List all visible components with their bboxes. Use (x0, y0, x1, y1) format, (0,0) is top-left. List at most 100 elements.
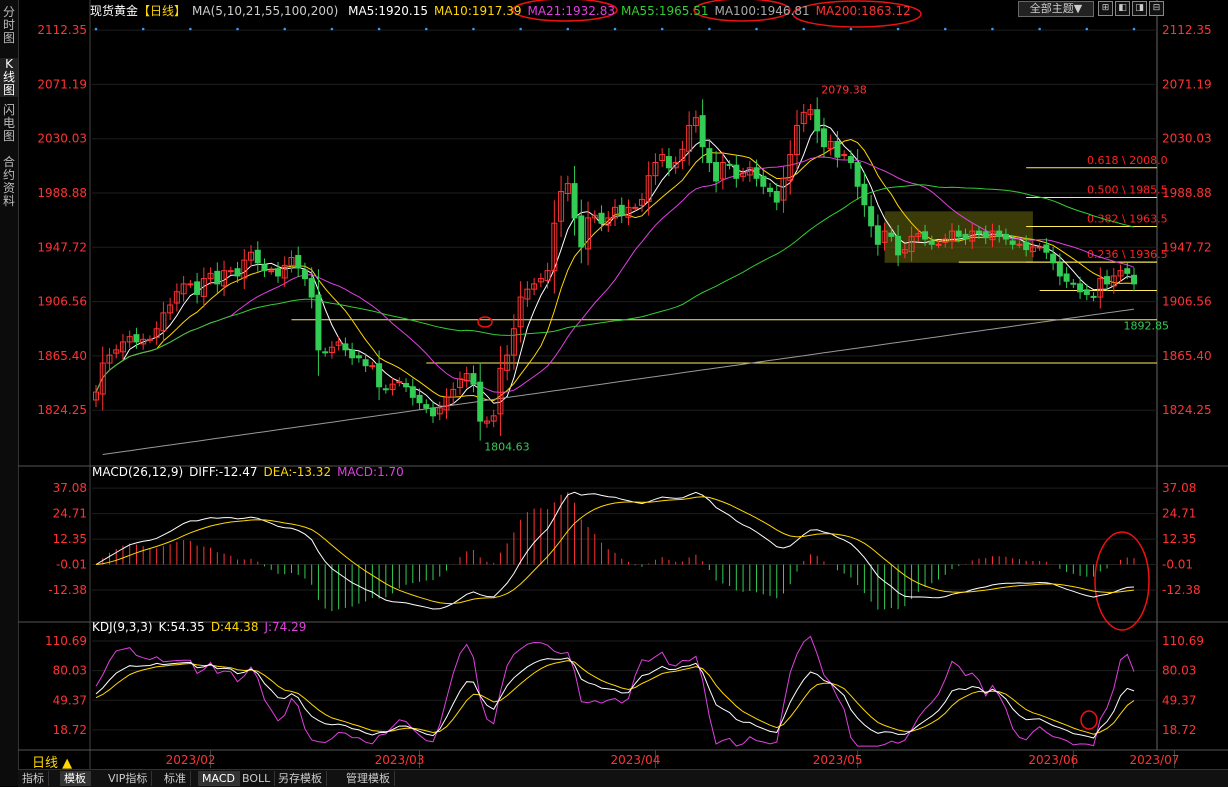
candle-body-145 (1070, 282, 1077, 285)
signal-dot-21 (236, 27, 239, 31)
bottom-tab-6[interactable]: 另存模板 (274, 771, 327, 786)
recent-low-label: 1892.85 (1124, 319, 1170, 332)
candle-body-27 (274, 268, 281, 277)
candle-body-80 (632, 206, 639, 209)
candle-body-138 (1023, 241, 1030, 251)
candle-body-46 (403, 382, 410, 388)
signal-dot-154 (1132, 27, 1136, 31)
macd-ytick-right-0: 37.08 (1162, 481, 1196, 495)
main-ytick-right-0: 2112.35 (1162, 23, 1212, 37)
main-ytick-right-6: 1865.40 (1162, 349, 1212, 363)
kdj-title-item-1: K:54.35 (158, 620, 205, 634)
signal-dot-133 (991, 27, 994, 31)
candle-body-92 (713, 161, 720, 182)
x-label-5: 2023/07 (1130, 753, 1180, 767)
candle-body-141 (1043, 244, 1050, 253)
candle-body-56 (470, 373, 477, 385)
zoom-icon[interactable]: ⊟ (1149, 1, 1164, 16)
macd-diff-line (95, 491, 1135, 610)
bottom-tab-2[interactable]: VIP指标 (104, 771, 153, 786)
main-ytick-left-6: 1865.40 (37, 349, 87, 363)
candle-body-125 (935, 243, 942, 246)
candle-body-148 (1090, 295, 1097, 298)
signal-dot-63 (519, 27, 522, 31)
highlight-ellipse-macd (1094, 531, 1150, 631)
candle-body-108 (820, 128, 827, 148)
candle-body-132 (982, 231, 989, 239)
signal-dot-0 (94, 27, 98, 31)
ma10-line (95, 138, 1135, 402)
signal-dot-49 (424, 27, 428, 31)
kdj-title-item-2: D:44.38 (210, 620, 259, 634)
candle-body-34 (322, 351, 329, 354)
theme-select-button[interactable]: 全部主题▼ (1018, 1, 1094, 17)
candle-body-98 (753, 167, 760, 179)
candle-body-135 (1002, 233, 1009, 240)
fullscreen-icon[interactable]: ⊞ (1098, 1, 1113, 16)
candle-body-147 (1083, 289, 1090, 295)
macd-ytick-right-3: -0.01 (1162, 558, 1193, 572)
ma-value-3: MA55:1965.51 (620, 4, 709, 18)
candle-body-85 (665, 156, 672, 169)
candle-body-18 (214, 270, 221, 285)
candle-body-111 (841, 154, 848, 157)
kdj-d-line (95, 660, 1135, 735)
fib-label-0: 0.618 \ 2008.0 (1087, 154, 1168, 167)
macd-title-item-2: DEA:-13.32 (263, 465, 332, 479)
next-icon[interactable]: ◨ (1132, 1, 1147, 16)
prev-icon[interactable]: ◧ (1115, 1, 1130, 16)
signal-dot-105 (802, 27, 806, 31)
ma-value-2: MA21:1932.83 (527, 4, 615, 18)
bottom-tab-0[interactable]: 指标 (18, 771, 49, 786)
kdj-ytick-right-3: 18.72 (1162, 723, 1196, 737)
bottom-tab-5[interactable]: BOLL (238, 771, 276, 786)
candle-body-110 (834, 140, 841, 158)
signal-dot-84 (660, 27, 664, 31)
candle-body-21 (234, 268, 241, 277)
fib-label-3: 0.236 \ 1936.5 (1087, 248, 1168, 261)
candle-body-143 (1056, 262, 1063, 277)
candle-body-136 (1009, 240, 1016, 245)
macd-title-item-0: MACD(26,12,9) (92, 465, 184, 479)
period-tag: 【日线】 (138, 4, 187, 18)
main-ytick-left-3: 1988.88 (37, 186, 87, 200)
chart-canvas: 2112.35 2112.35 2071.19 2071.19 2030.03 2030.… (0, 0, 1228, 770)
ma-value-0: MA5:1920.15 (348, 4, 428, 18)
signal-dot-91 (708, 27, 711, 31)
candle-body-137 (1016, 243, 1023, 246)
signal-dot-126 (943, 27, 947, 31)
candle-body-153 (1124, 268, 1131, 274)
candle-body-90 (699, 115, 706, 148)
x-label-0: 2023/02 (166, 753, 216, 767)
candle-body-115 (868, 206, 875, 227)
bottom-tab-3[interactable]: 标准 (160, 771, 191, 786)
macd-title-item-3: MACD:1.70 (337, 465, 404, 479)
bottom-tab-4[interactable]: MACD (198, 771, 240, 786)
candle-body-26 (268, 270, 275, 273)
candle-body-6 (133, 334, 140, 343)
main-ytick-left-2: 2030.03 (37, 132, 87, 146)
candle-body-124 (928, 240, 935, 245)
kdj-ytick-left-0: 110.69 (45, 634, 87, 648)
fib-label-2: 0.382 \ 1963.5 (1087, 212, 1168, 225)
low-label: 1804.63 (484, 441, 530, 454)
candle-body-37 (342, 343, 349, 351)
candle-body-14 (187, 283, 194, 286)
ma5-line (95, 124, 1135, 407)
highlight-ellipse-kdj (1080, 710, 1098, 730)
candle-body-112 (847, 156, 854, 163)
bottom-tab-1[interactable]: 模板 (60, 771, 91, 786)
candle-body-47 (409, 386, 416, 398)
ma-value-4: MA100:1946.81 (714, 4, 810, 18)
main-ytick-left-7: 1824.25 (37, 403, 87, 417)
candle-body-114 (861, 183, 868, 206)
signal-dot-42 (377, 27, 381, 31)
main-chart-title: 现货黄金【日线】 MA(5,10,21,55,100,200) MA5:1920.… (90, 2, 923, 18)
signal-dot-119 (896, 27, 900, 31)
macd-title: MACD(26,12,9) DIFF:-12.47 DEA:-13.32 MACD:1… (92, 465, 410, 479)
bottom-tab-7[interactable]: 管理模板 (342, 771, 395, 786)
signal-dot-98 (755, 27, 758, 31)
signal-dot-56 (472, 27, 475, 31)
macd-dea-line (95, 496, 1135, 604)
candle-body-140 (1036, 246, 1043, 249)
